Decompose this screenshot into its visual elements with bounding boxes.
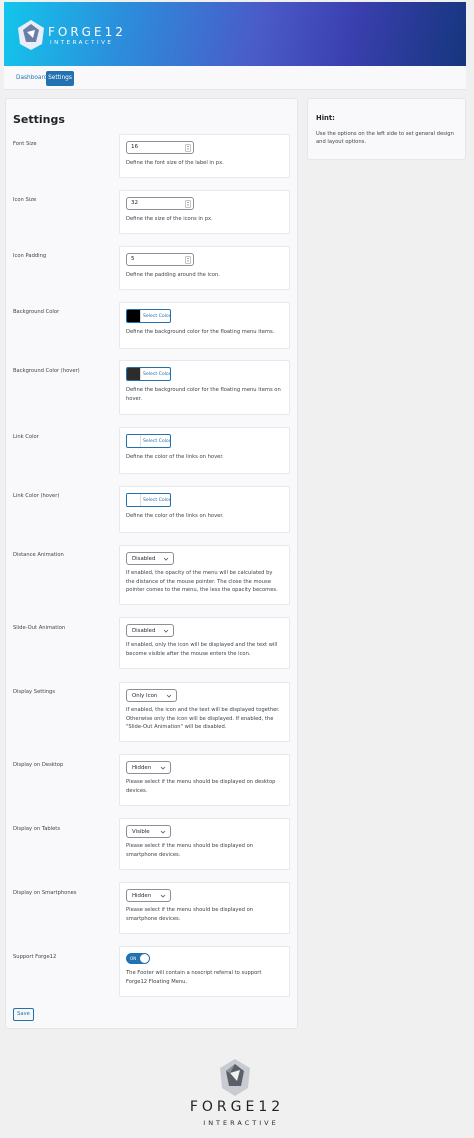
display-settings-label: Display Settings <box>13 689 56 695</box>
brand-wordmark: FORGE12 <box>48 25 126 39</box>
bg-color-label: Background Color <box>13 309 60 315</box>
link-color-hover-desc: Define the color of the links on hover. <box>126 513 224 519</box>
bg-color-swatch <box>127 310 141 322</box>
display-tablets-field: Visible Please select if the menu should… <box>119 818 290 870</box>
chevron-down-icon <box>160 894 166 898</box>
support-field: ON The Footer will contain a noscript re… <box>119 946 290 997</box>
display-settings-desc: If enabled, the icon and the text will b… <box>126 707 280 731</box>
icon-padding-label: Icon Padding <box>13 253 47 259</box>
display-tablets-value: Visible <box>132 829 150 835</box>
hint-title: Hint: <box>316 114 335 122</box>
footer-subtitle: INTERACTIVE <box>203 1119 279 1127</box>
display-settings-value: Only Icon <box>132 693 158 699</box>
forge12-logo-icon <box>220 1059 250 1096</box>
distance-animation-label: Distance Animation <box>13 552 64 558</box>
bg-color-hover-swatch <box>127 368 141 380</box>
font-size-input[interactable]: 16 ▴ ▾ <box>126 141 194 154</box>
slide-out-value: Disabled <box>132 628 156 634</box>
chevron-down-icon <box>160 830 166 834</box>
toggle-state: ON <box>130 955 137 961</box>
link-color-desc: Define the color of the links on hover. <box>126 454 224 460</box>
footer-wordmark: FORGE12 <box>189 1099 285 1115</box>
spinner-icon[interactable]: ▴ ▾ <box>185 256 191 264</box>
display-desktop-value: Hidden <box>132 765 152 771</box>
hint-panel <box>307 98 466 160</box>
font-size-value: 16 <box>131 144 139 150</box>
spinner-icon[interactable]: ▴ ▾ <box>185 144 191 152</box>
display-smartphones-value: Hidden <box>132 893 152 899</box>
link-color-hover-swatch <box>127 494 141 506</box>
icon-padding-value: 5 <box>131 256 135 262</box>
page-title: Settings <box>13 113 65 126</box>
support-label: Support Forge12 <box>13 954 57 960</box>
bg-color-picker-button[interactable]: Select Color <box>126 309 171 323</box>
display-desktop-field: Hidden Please select if the menu should … <box>119 754 290 806</box>
display-settings-select[interactable]: Only Icon <box>126 689 177 702</box>
display-settings-field: Only Icon If enabled, the icon and the t… <box>119 682 290 742</box>
save-button[interactable]: Save <box>13 1008 34 1021</box>
brand-subtitle: INTERACTIVE <box>50 40 114 46</box>
link-color-hover-field: Select Color Define the color of the lin… <box>119 486 290 533</box>
link-color-hover-picker-button[interactable]: Select Color <box>126 493 171 507</box>
display-desktop-desc: Please select if the menu should be disp… <box>126 779 276 794</box>
display-tablets-select[interactable]: Visible <box>126 825 171 838</box>
link-color-picker-button[interactable]: Select Color <box>126 434 171 448</box>
display-smartphones-label: Display on Smartphones <box>13 890 77 896</box>
bg-color-field: Select Color Define the background color… <box>119 302 290 349</box>
chevron-down-icon <box>160 766 166 770</box>
display-tablets-label: Display on Tablets <box>13 826 61 832</box>
chevron-down-icon <box>163 557 169 561</box>
link-color-swatch <box>127 435 141 447</box>
display-desktop-select[interactable]: Hidden <box>126 761 171 774</box>
support-toggle[interactable]: ON <box>126 953 150 964</box>
icon-size-value: 32 <box>131 200 139 206</box>
icon-padding-input[interactable]: 5 ▴ ▾ <box>126 253 194 266</box>
top-nav: Dashboard Settings <box>4 66 466 90</box>
icon-size-label: Icon Size <box>13 197 37 203</box>
display-smartphones-select[interactable]: Hidden <box>126 889 171 902</box>
slide-out-select[interactable]: Disabled <box>126 624 174 637</box>
display-desktop-label: Display on Desktop <box>13 762 64 768</box>
link-color-label: Link Color <box>13 434 39 440</box>
hint-text: Use the options on the left side to set … <box>316 131 454 146</box>
select-color-label: Select Color <box>143 438 171 444</box>
distance-animation-desc: If enabled, the opacity of the menu will… <box>126 570 278 594</box>
select-color-label: Select Color <box>143 371 171 377</box>
bg-color-hover-field: Select Color Define the background color… <box>119 360 290 415</box>
icon-padding-desc: Define the padding around the icon. <box>126 272 220 278</box>
distance-animation-select[interactable]: Disabled <box>126 552 174 565</box>
slide-out-desc: If enabled, only the icon will be displa… <box>126 642 278 657</box>
icon-size-desc: Define the size of the icons in px. <box>126 216 213 222</box>
bg-color-desc: Define the background color for the floa… <box>126 329 275 335</box>
link-color-hover-label: Link Color (hover) <box>13 493 60 499</box>
icon-size-field: 32 ▴ ▾ Define the size of the icons in px… <box>119 190 290 234</box>
select-color-label: Select Color <box>143 313 171 319</box>
forge12-logo-icon <box>18 20 44 50</box>
font-size-desc: Define the font size of the label in px. <box>126 160 224 166</box>
header-banner: FORGE12 INTERACTIVE <box>4 2 466 66</box>
nav-settings-tab[interactable]: Settings <box>46 71 74 86</box>
icon-padding-field: 5 ▴ ▾ Define the padding around the icon. <box>119 246 290 290</box>
icon-size-input[interactable]: 32 ▴ ▾ <box>126 197 194 210</box>
bg-color-hover-picker-button[interactable]: Select Color <box>126 367 171 381</box>
distance-animation-field: Disabled If enabled, the opacity of the … <box>119 545 290 605</box>
display-smartphones-field: Hidden Please select if the menu should … <box>119 882 290 934</box>
chevron-down-icon <box>163 629 169 633</box>
support-desc: The Footer will contain a noscript refer… <box>126 970 262 985</box>
select-color-label: Select Color <box>143 497 171 503</box>
display-tablets-desc: Please select if the menu should be disp… <box>126 843 254 858</box>
display-smartphones-desc: Please select if the menu should be disp… <box>126 907 254 922</box>
bg-color-hover-label: Background Color (hover) <box>13 368 80 374</box>
font-size-label: Font Size <box>13 141 37 147</box>
chevron-down-icon <box>166 694 172 698</box>
toggle-knob <box>140 954 149 963</box>
spinner-icon[interactable]: ▴ ▾ <box>185 200 191 208</box>
bg-color-hover-desc: Define the background color for the floa… <box>126 387 281 402</box>
link-color-field: Select Color Define the color of the lin… <box>119 427 290 474</box>
distance-animation-value: Disabled <box>132 556 156 562</box>
font-size-field: 16 ▴ ▾ Define the font size of the label … <box>119 134 290 178</box>
slide-out-label: Slide-Out Animation <box>13 625 66 631</box>
slide-out-field: Disabled If enabled, only the icon will … <box>119 617 290 669</box>
